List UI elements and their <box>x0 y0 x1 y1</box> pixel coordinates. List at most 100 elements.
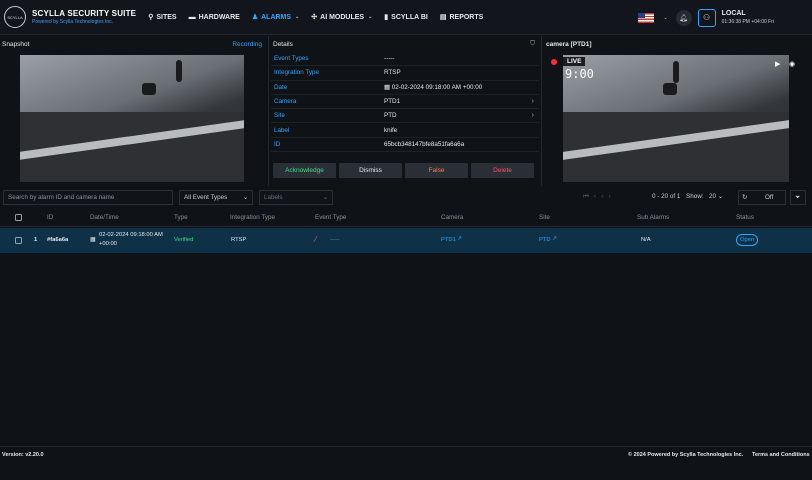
acknowledge-button[interactable]: Acknowledge <box>273 163 336 178</box>
row-event-type: ----- <box>330 237 340 243</box>
terms-link[interactable]: Terms and Conditions <box>752 452 810 458</box>
header-sub-alarms[interactable]: Sub Alarms <box>637 214 669 221</box>
detail-value: ▦ 02-02-2024 09:18:00 AM +00:00 <box>384 84 482 91</box>
show-value: 20 <box>709 193 717 200</box>
header-event-type[interactable]: Event Type <box>315 214 346 221</box>
nav-sites[interactable]: ⚲ SITES <box>148 13 176 22</box>
row-camera-link[interactable]: PTD1 <box>441 237 456 243</box>
nav-reports[interactable]: ▤ REPORTS <box>440 13 483 22</box>
us-flag-icon[interactable] <box>638 12 655 23</box>
chevron-down-icon: ⌄ <box>242 194 248 201</box>
user-time: 01:36:38 PM +04:00 Fri <box>721 19 774 25</box>
header-datetime[interactable]: Date/Time <box>90 214 119 221</box>
status-badge[interactable]: Open <box>736 234 759 246</box>
camera-live-view[interactable]: 9:00 <box>563 55 789 182</box>
user-avatar-icon[interactable]: ⚇ <box>697 8 716 27</box>
event-types-dropdown[interactable]: All Event Types ⌄ <box>179 190 253 205</box>
pagination-range: 0 - 20 of 1 <box>652 193 680 200</box>
person-figure <box>142 83 156 95</box>
chart-icon: ▮ <box>384 14 389 21</box>
detail-row-id: ID 65bcb348147bfe8a51fa6a6a <box>271 138 539 153</box>
logo-text: SCYLLA <box>7 14 23 20</box>
search-placeholder: Search by alarm ID and camera name <box>8 194 115 201</box>
snapshot-image[interactable] <box>20 55 244 182</box>
knife-icon: ⁄ <box>315 235 317 244</box>
bell-icon: ♟ <box>251 14 259 21</box>
show-select[interactable]: 20 ⌄ <box>709 193 723 200</box>
header-site[interactable]: Site <box>539 214 550 221</box>
header-status[interactable]: Status <box>736 214 754 221</box>
detail-row-date: Date ▦ 02-02-2024 09:18:00 AM +00:00 <box>271 81 539 95</box>
copyright-text: © 2024 Powered by Scylla Technologies In… <box>628 452 744 458</box>
top-right-controls: ⌄ 🔔︎ ⚇ LOCAL 01:36:38 PM +04:00 Fri <box>638 0 812 35</box>
user-info[interactable]: LOCAL 01:36:38 PM +04:00 Fri <box>722 10 774 25</box>
detail-value: knife <box>384 126 398 134</box>
chevron-right-icon[interactable]: › <box>532 98 534 105</box>
detail-row-site[interactable]: Site PTD › <box>271 109 539 124</box>
nav-ai-modules-label: AI MODULES <box>320 13 365 21</box>
table-row[interactable]: 1 #fa6a6a ▦ 02-02-2024 09:18:00 AM +00:0… <box>0 228 812 253</box>
header-type[interactable]: Type <box>174 214 188 221</box>
row-index: 1 <box>34 237 38 243</box>
detail-value: 65bcb348147bfe8a51fa6a6a <box>384 140 465 148</box>
external-link-icon[interactable]: ↗ <box>552 236 557 242</box>
nav-alarms[interactable]: ♟ ALARMS ⌄ <box>251 13 299 22</box>
delete-button[interactable]: Delete <box>471 163 534 178</box>
panel-divider <box>268 36 269 186</box>
snapshot-title: Snapshot <box>2 40 30 48</box>
range-text: 0 - 20 of 1 <box>652 193 681 200</box>
snapshot-camera-icon[interactable]: ◉ <box>789 60 795 68</box>
dismiss-button[interactable]: Dismiss <box>339 163 402 178</box>
row-integration: RTSP <box>231 237 247 243</box>
search-input[interactable]: Search by alarm ID and camera name <box>3 190 173 205</box>
app-name: SCYLLA SECURITY SUITE <box>32 9 137 18</box>
recording-link[interactable]: Recording <box>232 41 262 48</box>
row-site-link[interactable]: PTD <box>539 237 551 243</box>
nav-hardware[interactable]: ▬ HARDWARE <box>189 13 240 21</box>
car-icon: ▬ <box>188 13 196 21</box>
camera-clock: 9:00 <box>565 67 594 81</box>
auto-refresh-toggle[interactable]: ↻ Off <box>738 190 786 205</box>
notification-bell-icon[interactable]: 🔔︎ <box>675 9 692 26</box>
external-link-icon[interactable]: ↗ <box>457 236 462 242</box>
header-camera[interactable]: Camera <box>441 214 463 221</box>
scylla-logo[interactable]: SCYLLA <box>4 6 26 28</box>
table-header: ID Date/Time Type Integration Type Event… <box>0 209 812 227</box>
refresh-state: Off <box>765 194 774 201</box>
chevron-right-icon[interactable]: › <box>532 112 534 119</box>
row-date: 02-02-2024 09:18:00 AM <box>99 232 163 238</box>
prev-page-icon[interactable]: ‹ <box>594 193 596 200</box>
detail-key: Event Types <box>274 55 309 63</box>
chevron-down-icon[interactable]: ⌄ <box>663 15 667 21</box>
alarm-actions: Acknowledge Dismiss False Delete <box>273 163 537 178</box>
nav-scylla-bi[interactable]: ▮ SCYLLA BI <box>384 13 428 22</box>
next-icon[interactable]: › <box>609 193 611 200</box>
date-text: 02-02-2024 09:18:00 AM +00:00 <box>391 83 483 91</box>
nav-alarms-label: ALARMS <box>261 13 292 21</box>
video-camera-icon[interactable]: ▶ <box>775 60 780 68</box>
false-button[interactable]: False <box>405 163 468 178</box>
chevron-down-icon: ⌄ <box>717 193 724 200</box>
shield-icon[interactable]: ⛉ <box>530 40 535 48</box>
row-date-offset: +00:00 <box>99 241 117 247</box>
detail-key: Site <box>274 112 285 120</box>
header-id[interactable]: ID <box>47 214 53 221</box>
live-dot-icon <box>551 58 557 65</box>
app-tagline: Powered by Scylla Technologies Inc. <box>32 19 114 25</box>
select-all-checkbox[interactable] <box>15 214 22 221</box>
header-integration-type[interactable]: Integration Type <box>230 214 275 221</box>
nav-ai-modules[interactable]: ✣ AI MODULES ⌄ <box>311 13 372 22</box>
detail-key: Date <box>274 83 288 91</box>
labels-dropdown[interactable]: Labels ⌄ <box>259 190 333 205</box>
calendar-icon: ▦ <box>384 83 392 91</box>
filter-icon[interactable]: ⏷ <box>790 190 806 205</box>
first-page-icon[interactable]: ⏮ <box>583 193 589 200</box>
detail-row-camera[interactable]: Camera PTD1 › <box>271 95 539 110</box>
row-checkbox[interactable] <box>15 237 22 244</box>
prev-icon[interactable]: ‹ <box>601 193 603 200</box>
top-navigation-bar: SCYLLA SCYLLA SECURITY SUITE Powered by … <box>0 0 812 35</box>
person-figure <box>673 61 679 83</box>
labels-label: Labels <box>264 194 283 201</box>
detail-value: RTSP <box>384 69 401 77</box>
event-types-label: All Event Types <box>184 194 228 201</box>
